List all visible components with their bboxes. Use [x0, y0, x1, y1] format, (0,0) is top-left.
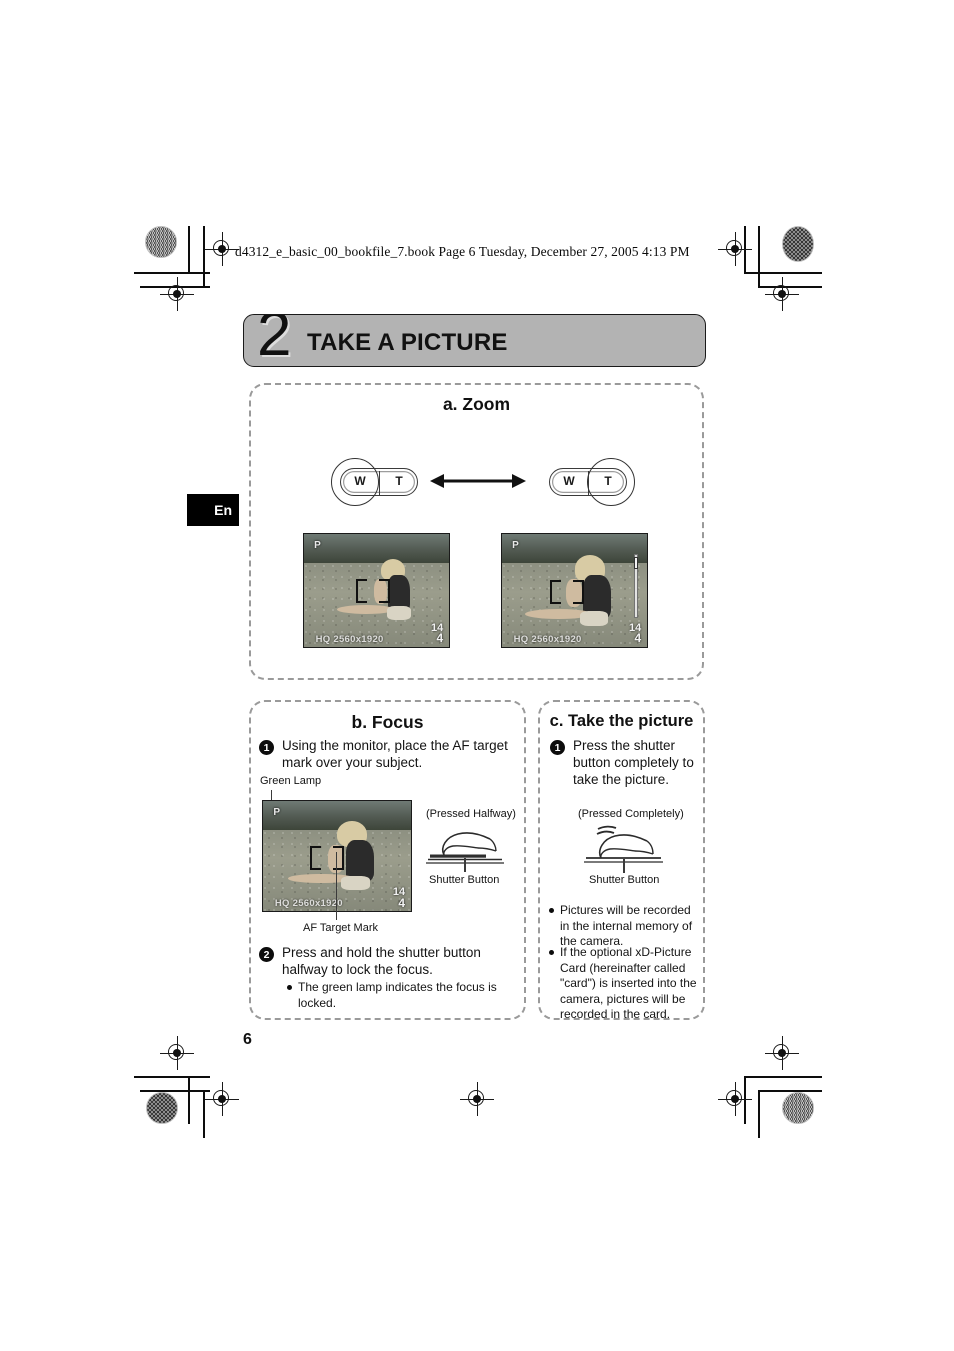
lcd-subject-bag [341, 875, 370, 891]
crop-line-bottom-left-h2 [140, 1090, 210, 1092]
take-picture-bullet-1-text: Pictures will be recorded in the interna… [560, 903, 693, 949]
lcd-preview-wide: P HQ 2560x1920 14 4 [303, 533, 450, 648]
section-banner: 2 TAKE A PICTURE [243, 314, 706, 367]
lcd-frame-counter: 14 4 [393, 886, 406, 910]
panel-take-picture-heading: c. Take the picture [549, 712, 694, 730]
crop-line-top-left-v [188, 226, 190, 274]
lcd-mode-indicator: P [314, 539, 321, 551]
zoom-level-bar [634, 554, 639, 618]
registration-mark-lower-left [160, 1036, 194, 1070]
highlight-circle-wide-icon [331, 458, 379, 506]
crop-line-bottom-left-h [134, 1076, 210, 1078]
zoom-level-knob [634, 557, 639, 570]
language-tab-label: En [214, 502, 232, 518]
registration-mark-bottom-left [205, 1082, 239, 1116]
crop-line-top-left-h [134, 272, 210, 274]
lcd-mode-indicator: P [512, 539, 519, 551]
highlight-circle-tele-icon [587, 458, 635, 506]
focus-step-1: 1 Using the monitor, place the AF target… [259, 738, 514, 772]
af-target-mark-icon [310, 846, 345, 871]
lcd-frames-remaining: 4 [436, 631, 444, 646]
take-picture-step-1: 1 Press the shutter button completely to… [550, 738, 698, 789]
book-file-header: d4312_e_basic_00_bookfile_7.book Page 6 … [235, 244, 690, 259]
leader-shutter-button-completely [623, 859, 625, 873]
lcd-sky [502, 534, 647, 564]
label-green-lamp: Green Lamp [260, 775, 322, 787]
zoom-button-tele[interactable]: W T [540, 453, 635, 511]
leader-shutter-button-halfway [464, 858, 466, 872]
lcd-resolution: HQ 2560x1920 [315, 633, 384, 645]
lcd-frames-remaining: 4 [634, 631, 642, 646]
halftone-target-bottom-right [782, 1092, 814, 1124]
lcd-subject-bag [580, 610, 608, 626]
lcd-preview-tele: P HQ 2560x1920 14 4 [501, 533, 648, 648]
page-number: 6 [243, 1031, 252, 1048]
registration-mark-upper-left [160, 277, 194, 311]
lcd-frame-counter: 14 4 [431, 622, 444, 646]
registration-mark-lower-right [765, 1036, 799, 1070]
take-picture-step-1-text: Press the shutter button completely to t… [573, 738, 694, 787]
registration-mark-top-left [205, 232, 239, 266]
crop-line-bottom-left-v [188, 1076, 190, 1124]
leader-af-target [336, 852, 338, 920]
bullet-dot-icon [287, 985, 292, 990]
focus-step-2-bullet: The green lamp indicates the focus is lo… [287, 980, 515, 1011]
lcd-mode-indicator: P [273, 806, 281, 818]
focus-step-1-text: Using the monitor, place the AF target m… [282, 738, 508, 770]
label-pressed-halfway: (Pressed Halfway) [426, 808, 516, 820]
label-af-target-mark: AF Target Mark [303, 922, 378, 934]
language-tab-en: En [187, 494, 239, 526]
registration-mark-upper-right [765, 277, 799, 311]
take-picture-bullet-2-text: If the optional xD-Picture Card (hereina… [560, 945, 697, 1022]
panel-zoom-heading: a. Zoom [442, 394, 511, 414]
focus-step-2: 2 Press and hold the shutter button half… [259, 945, 514, 979]
take-picture-step-1-number: 1 [550, 740, 565, 755]
lcd-sky [304, 534, 449, 564]
halftone-target-top-left [145, 226, 177, 258]
crop-line-bottom-right-h2 [758, 1090, 822, 1092]
lcd-resolution: HQ 2560x1920 [513, 633, 582, 645]
registration-mark-bottom-center [460, 1082, 494, 1116]
focus-step-2-number: 2 [259, 947, 274, 962]
af-target-mark-icon [549, 580, 584, 605]
zoom-tele-label: T [395, 474, 403, 488]
crop-line-top-right-h [744, 272, 822, 274]
bullet-dot-icon [549, 908, 554, 913]
take-picture-bullet-2: If the optional xD-Picture Card (hereina… [549, 945, 699, 1023]
focus-step-1-number: 1 [259, 740, 274, 755]
halftone-target-top-right [782, 226, 814, 262]
panel-focus-heading: b. Focus [351, 712, 424, 732]
zoom-wide-label: W [563, 474, 575, 488]
crop-line-top-right-v2 [758, 226, 760, 288]
lcd-subject-bag [386, 606, 412, 620]
af-target-mark-icon [356, 579, 391, 604]
registration-mark-bottom-right [718, 1082, 752, 1116]
lcd-resolution: HQ 2560x1920 [274, 897, 343, 909]
focus-step-2-bullet-text: The green lamp indicates the focus is lo… [298, 980, 497, 1010]
halftone-target-bottom-left [146, 1092, 178, 1124]
registration-mark-top-right [718, 232, 752, 266]
label-pressed-completely: (Pressed Completely) [578, 808, 684, 820]
zoom-button-wide[interactable]: W T [331, 453, 426, 511]
label-shutter-button-halfway: Shutter Button [429, 874, 500, 886]
take-picture-bullet-1: Pictures will be recorded in the interna… [549, 903, 699, 950]
crop-line-bottom-right-v2 [758, 1090, 760, 1138]
focus-step-2-text: Press and hold the shutter button halfwa… [282, 945, 481, 977]
double-arrow-icon [430, 468, 526, 494]
label-shutter-button-completely: Shutter Button [589, 874, 660, 886]
bullet-dot-icon [549, 950, 554, 955]
crop-line-bottom-right-h [744, 1076, 822, 1078]
lcd-frames-remaining: 4 [398, 895, 406, 910]
section-number: 2 [257, 314, 292, 367]
section-title: TAKE A PICTURE [307, 329, 508, 356]
lcd-frame-counter: 14 4 [629, 622, 642, 646]
lcd-sky [263, 801, 411, 830]
